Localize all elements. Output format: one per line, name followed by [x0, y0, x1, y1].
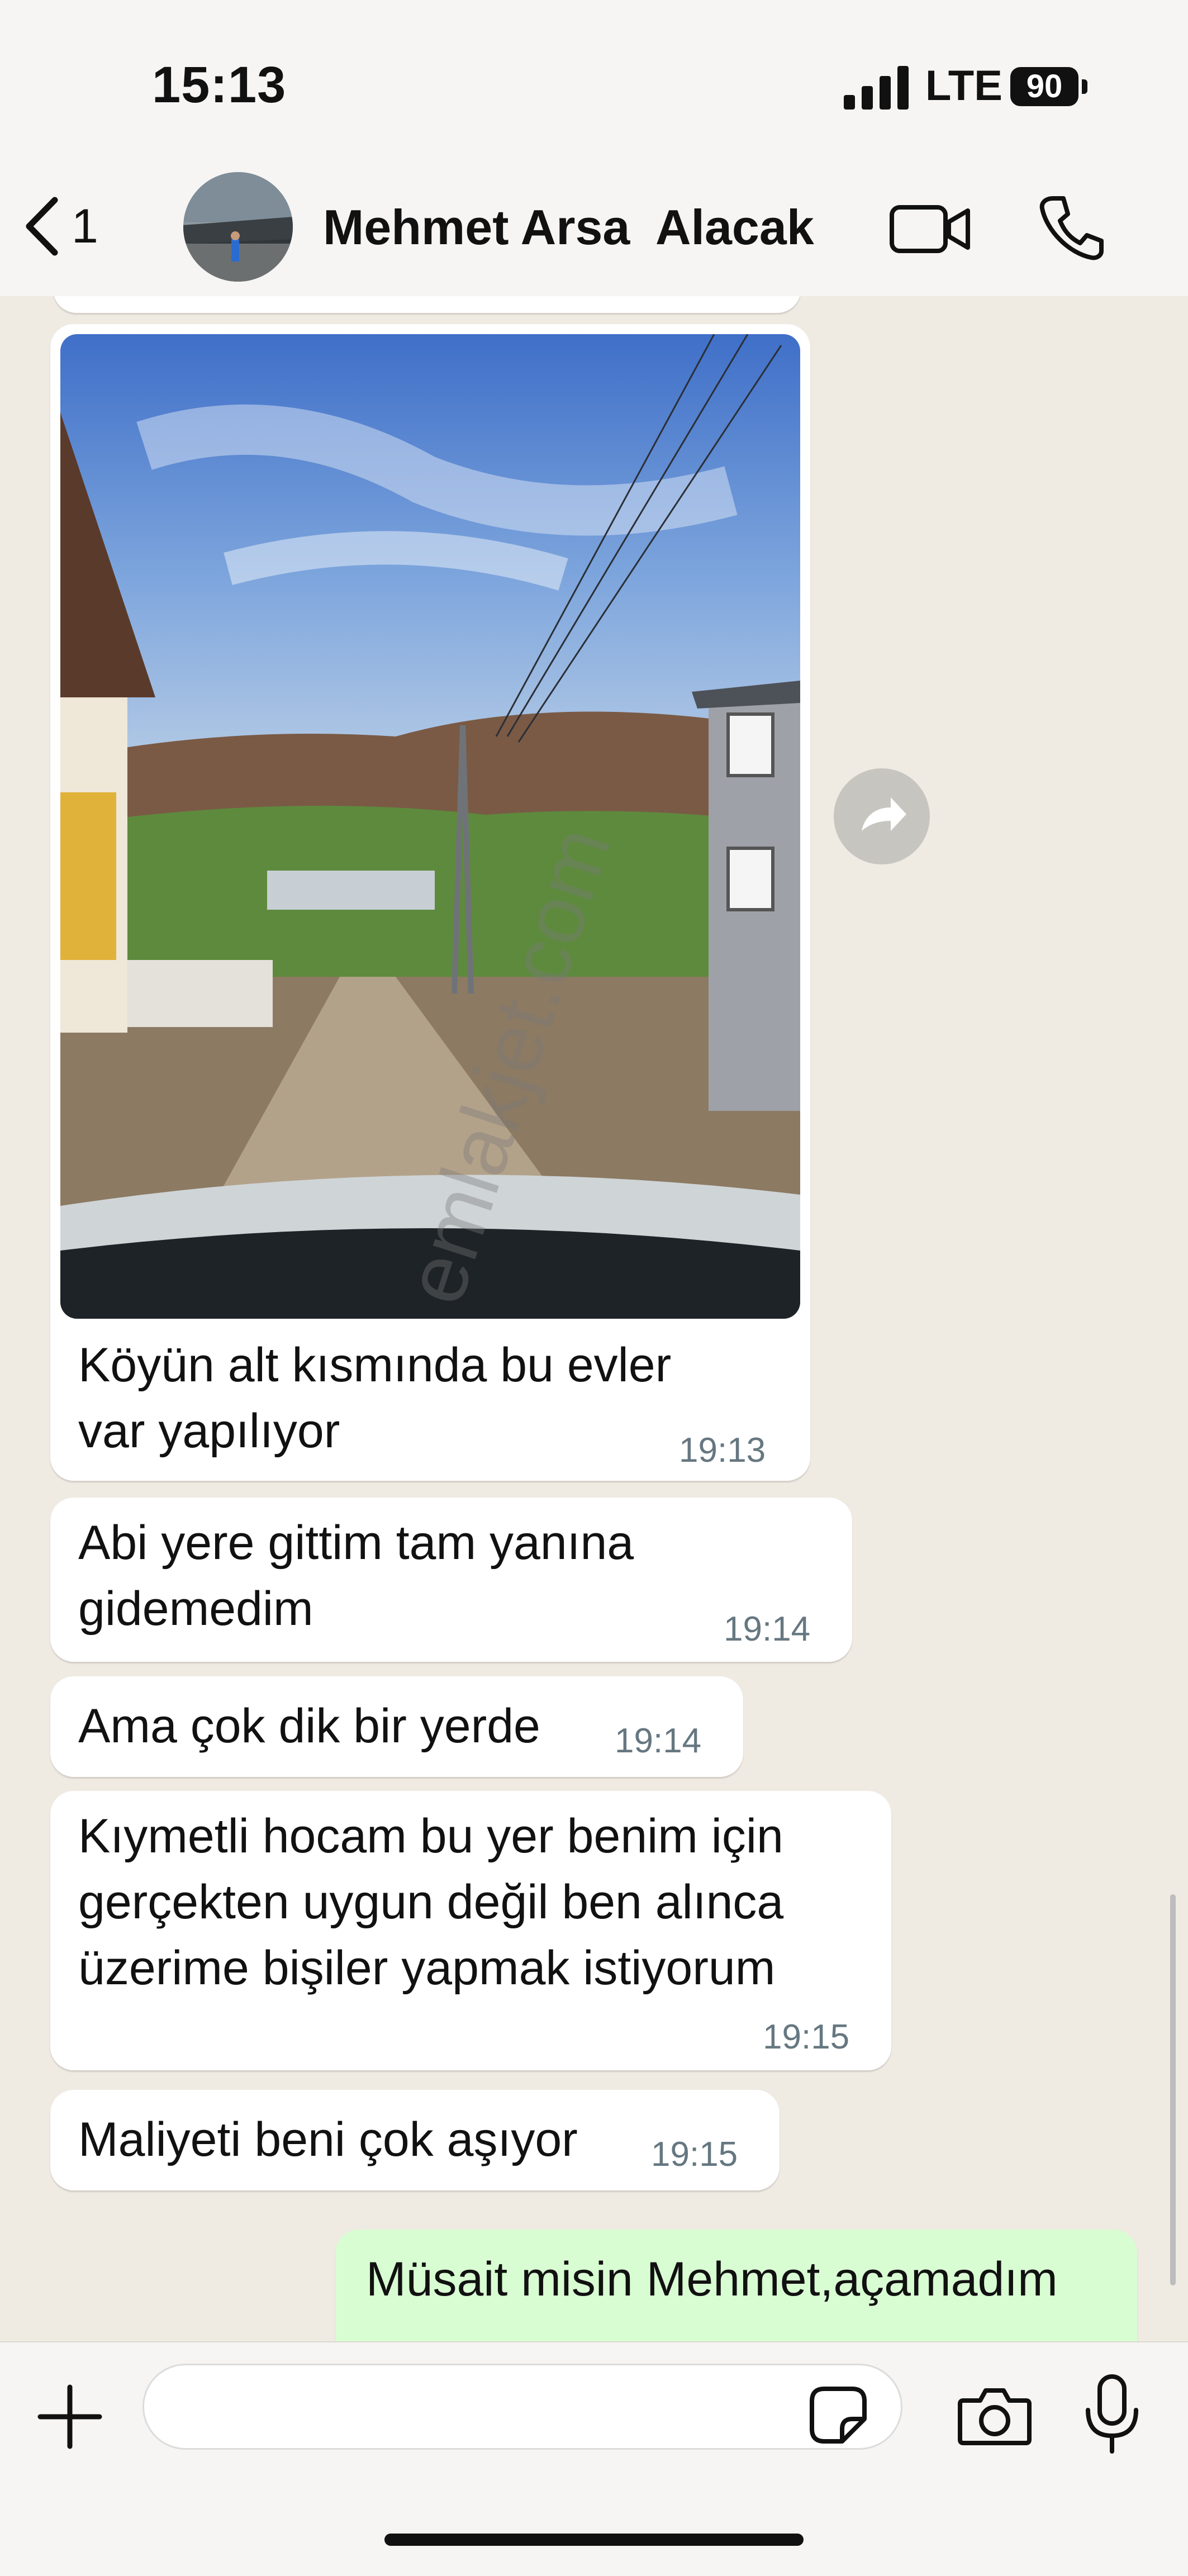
message-time: 19:14 [615, 1722, 702, 1760]
message-line: Kıymetli hocam bu yer benim için [78, 1809, 783, 1863]
message-line: gerçekten uygun değil ben alınca [78, 1875, 784, 1929]
message-bubble[interactable]: Abi yere gittim tam yanına gidemedim 19:… [50, 1498, 852, 1662]
plus-icon[interactable] [34, 2380, 106, 2453]
message-line: var yapılıyor [78, 1404, 340, 1458]
status-time: 15:13 [152, 56, 287, 113]
avatar[interactable] [183, 172, 293, 282]
unread-count: 1 [72, 199, 98, 253]
contact-name[interactable]: Mehmet Arsa Alacak [323, 199, 814, 256]
message-line: Abi yere gittim tam yanına [78, 1516, 634, 1570]
chat-header: 1 Mehmet Arsa Alacak [0, 168, 1188, 297]
battery-icon: 90 [1010, 67, 1078, 106]
message-bubble[interactable]: Ama çok dik bir yerde 19:14 [50, 1676, 743, 1777]
previous-message-edge [53, 296, 801, 313]
back-button[interactable]: 1 [22, 193, 106, 260]
scrollbar[interactable] [1170, 1894, 1176, 2285]
chevron-left-icon [26, 197, 58, 256]
forward-button[interactable] [834, 768, 930, 864]
battery-tip [1082, 79, 1087, 94]
message-line: Ama çok dik bir yerde [78, 1699, 540, 1753]
message-time: 19:14 [724, 1610, 811, 1648]
message-line: gidemedim [78, 1582, 313, 1636]
message-time: 19:15 [763, 2018, 850, 2056]
microphone-icon[interactable] [1081, 2373, 1143, 2457]
sticker-icon[interactable] [807, 2384, 869, 2446]
message-input[interactable] [142, 2364, 902, 2450]
phone-icon[interactable] [1037, 193, 1106, 263]
status-bar: 15:13 LTE 90 [0, 0, 1188, 168]
video-call-icon[interactable] [888, 198, 972, 260]
outgoing-message-bubble[interactable]: Müsait misin Mehmet,açamadım [335, 2230, 1137, 2341]
camera-icon[interactable] [956, 2382, 1034, 2449]
message-line: Maliyeti beni çok aşıyor [78, 2113, 578, 2166]
message-line: Köyün alt kısmında bu evler [78, 1338, 672, 1392]
forward-icon [862, 797, 906, 831]
avatar-photo [183, 172, 293, 282]
home-indicator[interactable] [384, 2534, 804, 2546]
message-time: 19:15 [651, 2135, 738, 2174]
network-label: LTE [925, 62, 1002, 110]
chat-area[interactable]: Köyün alt kısmında bu evler var yapılıyo… [0, 296, 1188, 2341]
message-time: 19:13 [679, 1431, 766, 1470]
signal-icon [844, 66, 910, 110]
image-message-bubble[interactable]: Köyün alt kısmında bu evler var yapılıyo… [50, 324, 810, 1481]
message-bubble[interactable]: Kıymetli hocam bu yer benim için gerçekt… [50, 1791, 891, 2070]
message-bubble[interactable]: Maliyeti beni çok aşıyor 19:15 [50, 2090, 780, 2190]
message-line: üzerime bişiler yapmak istiyorum [78, 1941, 776, 1995]
composer-bar [0, 2341, 1188, 2576]
message-line: Müsait misin Mehmet,açamadım [366, 2252, 1058, 2306]
